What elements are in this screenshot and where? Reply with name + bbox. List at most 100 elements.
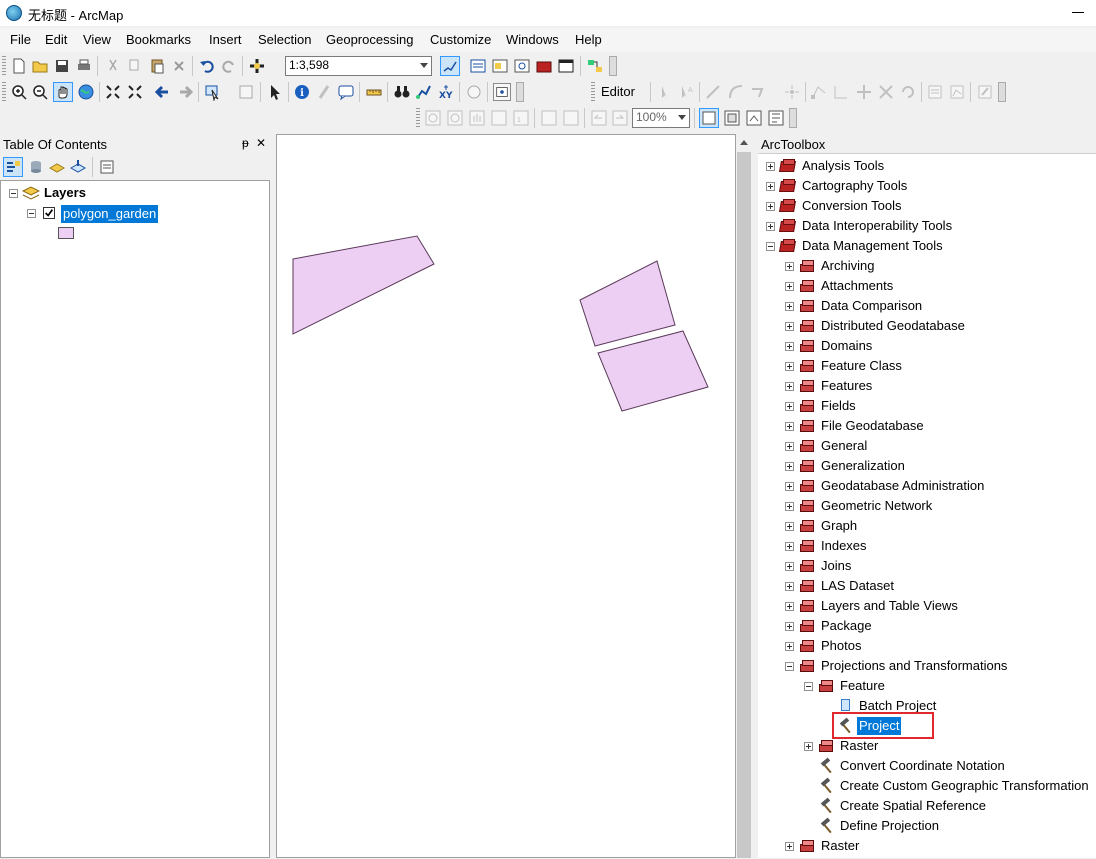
model-builder-icon[interactable] bbox=[586, 57, 604, 75]
editor-menu[interactable]: Editor bbox=[601, 84, 635, 99]
fixed-zoom-out-icon[interactable] bbox=[126, 83, 144, 101]
menu-customize[interactable]: Customize bbox=[430, 32, 491, 47]
expand-toggle[interactable] bbox=[785, 322, 794, 331]
expand-toggle[interactable] bbox=[785, 402, 794, 411]
find-binoculars-icon[interactable] bbox=[393, 83, 411, 101]
layer-symbol-swatch[interactable] bbox=[58, 227, 74, 239]
trace-icon[interactable] bbox=[749, 83, 767, 101]
collapse-toggle[interactable] bbox=[785, 662, 794, 671]
catalog-window-icon[interactable] bbox=[491, 57, 509, 75]
layer-name-polygon-garden[interactable]: polygon_garden bbox=[61, 205, 159, 223]
toolbar-options-3[interactable] bbox=[998, 82, 1006, 102]
search-window-icon[interactable] bbox=[513, 57, 531, 75]
list-by-source-icon[interactable] bbox=[27, 158, 45, 176]
create-viewer-window-icon[interactable] bbox=[493, 83, 511, 101]
fixed-zoom-out-layout-icon[interactable] bbox=[562, 109, 580, 127]
copy-icon[interactable] bbox=[126, 57, 144, 75]
layer-visibility-checkbox[interactable] bbox=[43, 207, 55, 219]
layout-zoom-combo[interactable]: 100% bbox=[632, 108, 690, 128]
open-folder-icon[interactable] bbox=[31, 57, 49, 75]
edit-vertices-icon[interactable] bbox=[810, 83, 828, 101]
attributes-icon[interactable] bbox=[926, 83, 944, 101]
toolbar-grip[interactable] bbox=[2, 56, 6, 76]
redo-icon[interactable] bbox=[220, 57, 238, 75]
select-elements-arrow-icon[interactable] bbox=[266, 83, 284, 101]
menu-geoprocessing[interactable]: Geoprocessing bbox=[326, 32, 413, 47]
expand-toggle[interactable] bbox=[766, 222, 775, 231]
garden-polygon-2[interactable] bbox=[579, 260, 676, 347]
toc-options-icon[interactable] bbox=[98, 158, 116, 176]
layout-zoom-in-icon[interactable] bbox=[424, 109, 442, 127]
forward-arrow-icon[interactable] bbox=[176, 83, 194, 101]
fixed-zoom-in-layout-icon[interactable] bbox=[540, 109, 558, 127]
expand-toggle[interactable] bbox=[785, 622, 794, 631]
expand-toggle[interactable] bbox=[785, 422, 794, 431]
toc-pin-icon[interactable]: ᵽ bbox=[242, 136, 249, 150]
point-icon[interactable] bbox=[783, 83, 801, 101]
undo-icon[interactable] bbox=[198, 57, 216, 75]
edit-tool-icon[interactable] bbox=[656, 83, 674, 101]
expand-toggle[interactable] bbox=[785, 642, 794, 651]
map-view[interactable] bbox=[276, 134, 736, 858]
find-route-icon[interactable] bbox=[415, 83, 433, 101]
list-by-selection-icon[interactable] bbox=[69, 158, 87, 176]
map-vertical-scrollbar[interactable] bbox=[736, 134, 752, 858]
toolbar-options[interactable] bbox=[609, 56, 617, 76]
print-icon[interactable] bbox=[75, 57, 93, 75]
focus-data-frame-icon[interactable] bbox=[723, 109, 741, 127]
expand-toggle[interactable] bbox=[804, 742, 813, 751]
menu-insert[interactable]: Insert bbox=[209, 32, 242, 47]
list-by-visibility-icon[interactable] bbox=[48, 158, 66, 176]
fixed-zoom-in-icon[interactable] bbox=[104, 83, 122, 101]
end-point-arc-icon[interactable] bbox=[727, 83, 745, 101]
menu-edit[interactable]: Edit bbox=[45, 32, 67, 47]
editor-toolbar-icon[interactable] bbox=[440, 56, 460, 76]
split-tool-icon[interactable] bbox=[877, 83, 895, 101]
cut-icon[interactable] bbox=[104, 57, 122, 75]
layout-forward-extent-icon[interactable] bbox=[611, 109, 629, 127]
reshape-feature-icon[interactable] bbox=[832, 83, 850, 101]
expand-toggle[interactable] bbox=[785, 462, 794, 471]
expand-toggle[interactable] bbox=[766, 182, 775, 191]
scroll-thumb[interactable] bbox=[737, 152, 751, 858]
menu-windows[interactable]: Windows bbox=[506, 32, 559, 47]
python-window-icon[interactable] bbox=[557, 57, 575, 75]
rotate-tool-icon[interactable] bbox=[899, 83, 917, 101]
expand-toggle[interactable] bbox=[785, 582, 794, 591]
zoom-to-100-icon[interactable]: 1 bbox=[512, 109, 530, 127]
layout-pan-icon[interactable] bbox=[468, 109, 486, 127]
expand-toggle[interactable] bbox=[785, 842, 794, 851]
expand-toggle[interactable] bbox=[785, 302, 794, 311]
new-document-icon[interactable] bbox=[10, 57, 28, 75]
edit-annotation-icon[interactable]: A bbox=[677, 83, 695, 101]
list-by-drawing-order-icon[interactable] bbox=[3, 157, 23, 177]
menu-help[interactable]: Help bbox=[575, 32, 602, 47]
data-driven-pages-icon[interactable] bbox=[767, 109, 785, 127]
time-slider-icon[interactable] bbox=[465, 83, 483, 101]
toolbar-options-2[interactable] bbox=[516, 82, 524, 102]
toggle-draft-mode-icon[interactable] bbox=[699, 108, 719, 128]
expand-toggle[interactable] bbox=[785, 542, 794, 551]
expand-toggle[interactable] bbox=[785, 482, 794, 491]
menu-file[interactable]: File bbox=[10, 32, 31, 47]
scroll-up-arrow-icon[interactable] bbox=[740, 140, 748, 145]
sketch-properties-icon[interactable] bbox=[948, 83, 966, 101]
layers-collapse-toggle[interactable] bbox=[9, 189, 18, 198]
menu-view[interactable]: View bbox=[83, 32, 111, 47]
zoom-out-icon[interactable] bbox=[31, 83, 49, 101]
clear-selection-icon[interactable] bbox=[237, 83, 255, 101]
garden-polygon-3[interactable] bbox=[597, 330, 709, 412]
arctoolbox-icon[interactable] bbox=[535, 57, 553, 75]
expand-toggle[interactable] bbox=[766, 202, 775, 211]
back-arrow-icon[interactable] bbox=[154, 83, 172, 101]
menu-selection[interactable]: Selection bbox=[258, 32, 311, 47]
identify-icon[interactable]: i bbox=[293, 83, 311, 101]
map-scale-combo[interactable]: 1:3,598 bbox=[285, 56, 432, 76]
cut-polygons-icon[interactable] bbox=[855, 83, 873, 101]
expand-toggle[interactable] bbox=[785, 342, 794, 351]
expand-toggle[interactable] bbox=[785, 382, 794, 391]
straight-segment-icon[interactable] bbox=[704, 83, 722, 101]
layers-label[interactable]: Layers bbox=[44, 185, 86, 200]
expand-toggle[interactable] bbox=[785, 362, 794, 371]
measure-icon[interactable] bbox=[365, 83, 383, 101]
